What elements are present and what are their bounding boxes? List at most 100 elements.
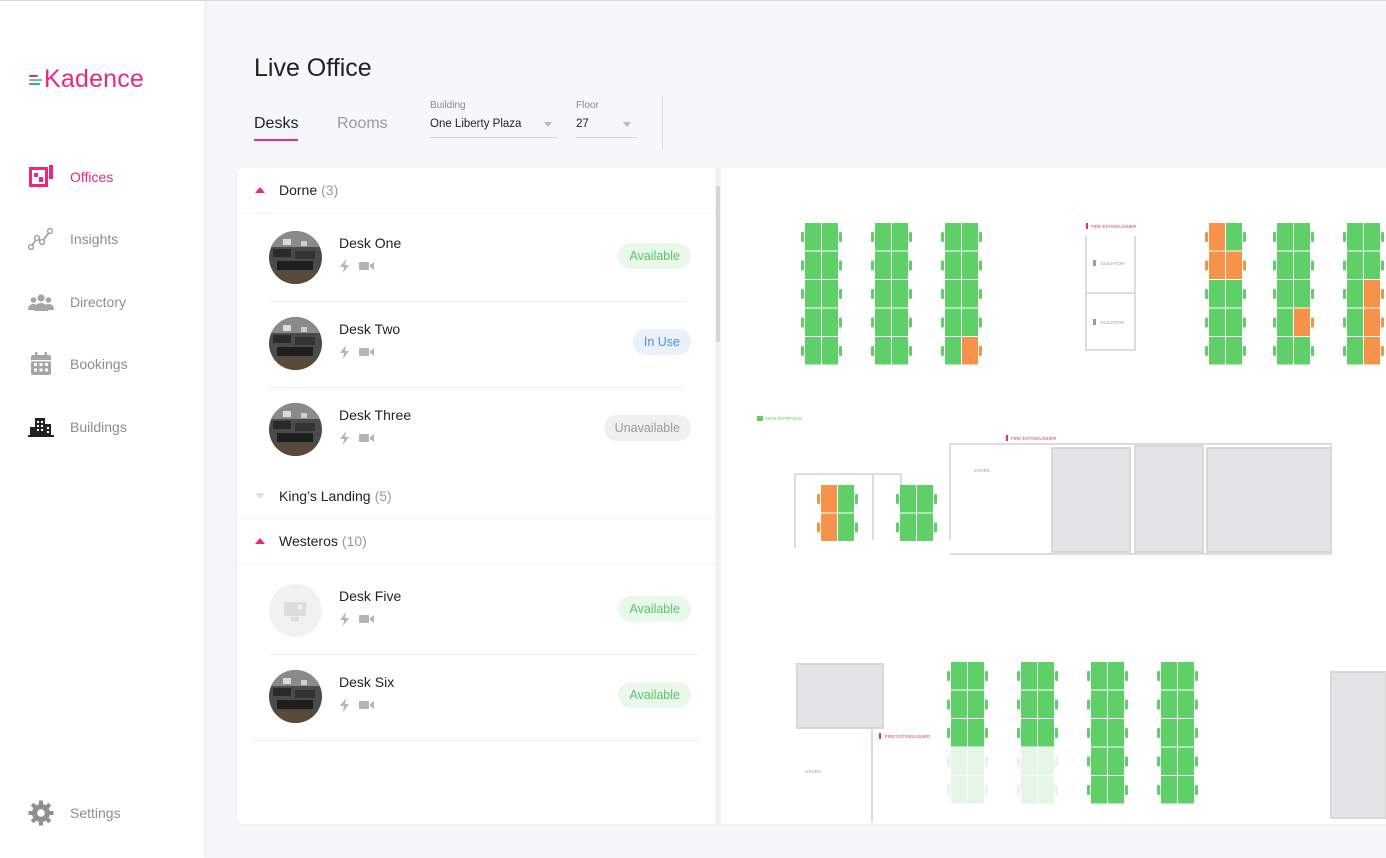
desk-cell-available[interactable] [892, 337, 908, 365]
desk-cell-available[interactable] [1108, 747, 1124, 776]
desk-cell-available[interactable] [1038, 747, 1054, 776]
group-header-dorne[interactable]: Dorne (3) [237, 168, 715, 212]
desk-cell-available[interactable] [1091, 747, 1107, 776]
sidebar-item-offices[interactable]: Offices [28, 163, 113, 191]
desk-cell-available[interactable] [1091, 719, 1107, 747]
desk-cell-available[interactable] [1209, 337, 1225, 365]
desk-cell-available[interactable] [1294, 337, 1310, 365]
desk-cell-available[interactable] [1161, 747, 1177, 776]
desk-cell-in-use[interactable] [821, 485, 837, 513]
desk-cell-available[interactable] [968, 747, 984, 776]
sidebar-item-directory[interactable]: Directory [28, 288, 126, 316]
desk-cell-available[interactable] [1108, 690, 1124, 719]
desk-cell-available[interactable] [838, 485, 854, 513]
desk-cell-available[interactable] [1178, 776, 1194, 804]
group-header-kings-landing[interactable]: King’s Landing (5) [237, 474, 715, 518]
room-block[interactable] [1330, 671, 1386, 819]
desk-cell-available[interactable] [1347, 337, 1363, 365]
desk-cell-available[interactable] [805, 337, 821, 365]
sidebar-item-bookings[interactable]: Bookings [28, 350, 128, 378]
desk-cell-available[interactable] [951, 690, 967, 719]
desk-cell-available[interactable] [900, 485, 916, 513]
desk-cell-available[interactable] [968, 719, 984, 747]
desk-cell-available[interactable] [945, 223, 961, 251]
desk-cell-in-use[interactable] [1209, 223, 1225, 251]
floor-map-canvas[interactable]: FIRE EXTINGUISHER ELEVATOR ELEVATOR MAIN… [721, 168, 1386, 824]
desk-cell-available[interactable] [1294, 280, 1310, 308]
desk-cell-available[interactable] [838, 513, 854, 542]
desk-cell-available[interactable] [962, 280, 978, 308]
tab-rooms[interactable]: Rooms [337, 115, 388, 133]
desk-cell-available[interactable] [1108, 776, 1124, 804]
desk-cell-available[interactable] [1038, 719, 1054, 747]
desk-cell-available[interactable] [1021, 690, 1037, 719]
desk-cell-available[interactable] [1209, 280, 1225, 308]
group-header-westeros[interactable]: Westeros (10) [237, 519, 715, 563]
desk-cell-available[interactable] [1021, 719, 1037, 747]
desk-cell-available[interactable] [968, 690, 984, 719]
desk-cell-available[interactable] [805, 251, 821, 280]
desk-cell-available[interactable] [945, 337, 961, 365]
desk-cell-available[interactable] [822, 251, 838, 280]
desk-cell-available[interactable] [1161, 690, 1177, 719]
desk-cell-available[interactable] [805, 308, 821, 337]
desk-cell-available[interactable] [875, 223, 891, 251]
desk-cell-in-use[interactable] [1364, 280, 1380, 308]
floor-select[interactable]: Floor 27 [576, 100, 637, 138]
desk-cell-available[interactable] [805, 280, 821, 308]
desk-cell-available[interactable] [1021, 776, 1037, 804]
desk-cell-available[interactable] [1277, 308, 1293, 337]
building-select-value-row[interactable]: One Liberty Plaza [430, 118, 558, 138]
desk-cell-available[interactable] [945, 280, 961, 308]
desk-cell-available[interactable] [875, 337, 891, 365]
floor-select-value-row[interactable]: 27 [576, 118, 637, 138]
desk-cell-available[interactable] [1294, 251, 1310, 280]
desk-cell-available[interactable] [1038, 690, 1054, 719]
desk-cell-available[interactable] [1178, 719, 1194, 747]
desk-row[interactable]: Desk Five Available [237, 568, 715, 654]
desk-cell-available[interactable] [875, 308, 891, 337]
floor-map[interactable]: FIRE EXTINGUISHER ELEVATOR ELEVATOR MAIN… [721, 168, 1386, 824]
settings-button[interactable]: Settings [28, 799, 121, 827]
desk-cell-available[interactable] [1347, 308, 1363, 337]
desk-cell-available[interactable] [892, 308, 908, 337]
desk-cell-available[interactable] [1091, 662, 1107, 690]
room-block[interactable] [1134, 445, 1204, 553]
desk-cell-available[interactable] [1108, 662, 1124, 690]
desk-cell-available[interactable] [1091, 690, 1107, 719]
desk-cell-in-use[interactable] [1209, 251, 1225, 280]
desk-cell-available[interactable] [1277, 251, 1293, 280]
desk-cell-available[interactable] [822, 223, 838, 251]
desk-cell-available[interactable] [822, 337, 838, 365]
desk-cell-in-use[interactable] [1294, 308, 1310, 337]
desk-cell-available[interactable] [945, 251, 961, 280]
desk-cell-available[interactable] [1178, 690, 1194, 719]
desk-cell-available[interactable] [892, 251, 908, 280]
desk-cell-available[interactable] [945, 308, 961, 337]
desk-cell-available[interactable] [805, 223, 821, 251]
desk-cell-available[interactable] [1226, 308, 1242, 337]
desk-cell-available[interactable] [1226, 337, 1242, 365]
desk-cell-available[interactable] [875, 280, 891, 308]
desk-cell-in-use[interactable] [1364, 308, 1380, 337]
desk-cell-in-use[interactable] [962, 337, 978, 365]
desk-cell-in-use[interactable] [1364, 337, 1380, 365]
desk-cell-available[interactable] [892, 223, 908, 251]
desk-cell-available[interactable] [951, 776, 967, 804]
room-block[interactable] [1051, 447, 1131, 553]
desk-cell-available[interactable] [1226, 223, 1242, 251]
desk-cell-available[interactable] [1038, 662, 1054, 690]
desk-cell-available[interactable] [951, 719, 967, 747]
desk-cell-available[interactable] [1364, 223, 1380, 251]
desk-cell-available[interactable] [917, 485, 933, 513]
desk-cell-available[interactable] [822, 308, 838, 337]
building-select[interactable]: Building One Liberty Plaza [430, 100, 558, 138]
desk-row[interactable]: Desk Three Unavailable [237, 387, 715, 473]
desk-cell-available[interactable] [968, 662, 984, 690]
desk-cell-available[interactable] [1277, 337, 1293, 365]
desk-cell-available[interactable] [1161, 776, 1177, 804]
room-block[interactable] [796, 663, 884, 729]
desk-cell-available[interactable] [962, 308, 978, 337]
desk-cell-available[interactable] [1161, 662, 1177, 690]
desk-cell-available[interactable] [962, 251, 978, 280]
